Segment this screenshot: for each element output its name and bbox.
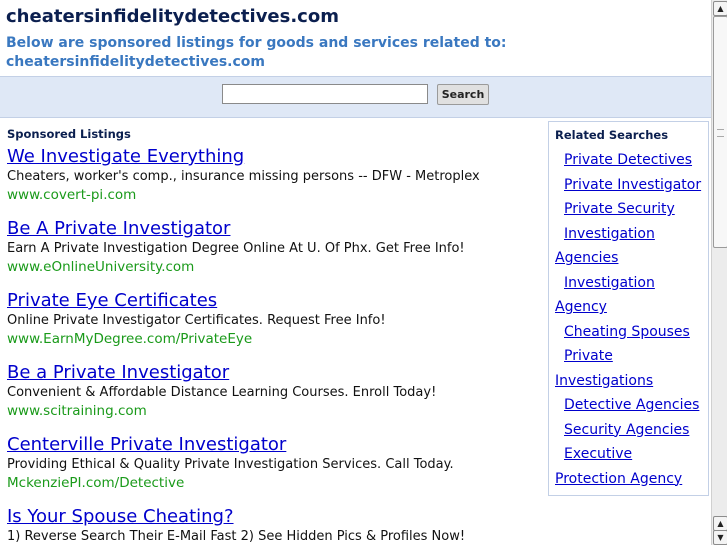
vertical-scrollbar[interactable]: ▲ ▲ ▼ [711, 0, 727, 545]
related-link[interactable]: Security Agencies [564, 422, 689, 438]
related-link[interactable]: Cheating Spouses [564, 324, 690, 340]
related-link[interactable]: Private Security [564, 201, 675, 217]
listing: Be a Private Investigator Convenient & A… [7, 362, 537, 420]
intro-line-1: Below are sponsored listings for goods a… [6, 35, 507, 51]
listing-title-link[interactable]: Be A Private Investigator [7, 218, 537, 240]
related-link-wrap[interactable]: Agencies [555, 250, 618, 266]
listing: Be A Private Investigator Earn A Private… [7, 218, 537, 276]
arrow-down-icon[interactable]: ▼ [713, 530, 727, 545]
listing-title-link[interactable]: Private Eye Certificates [7, 290, 537, 312]
search-button[interactable]: Search [437, 84, 489, 105]
listing-description: 1) Reverse Search Their E-Mail Fast 2) S… [7, 529, 466, 544]
listing-title-link[interactable]: We Investigate Everything [7, 146, 537, 168]
related-link[interactable]: Private [564, 348, 613, 364]
grip-icon [717, 129, 724, 137]
listing-url[interactable]: www.scitraining.com [7, 402, 537, 420]
search-bar: Search [0, 76, 711, 118]
arrow-up-icon[interactable]: ▲ [713, 1, 727, 16]
related-link[interactable]: Private Detectives [564, 152, 692, 168]
sponsored-heading: Sponsored Listings [7, 127, 131, 141]
listing-url[interactable]: www.EarnMyDegree.com/PrivateEye [7, 330, 537, 348]
listing-url[interactable]: MckenziePI.com/Detective [7, 474, 537, 492]
related-searches-panel: Related Searches Private Detectives Priv… [548, 121, 709, 496]
related-link-wrap[interactable]: Investigations [555, 373, 653, 389]
listing-description: Convenient & Affordable Distance Learnin… [7, 385, 437, 400]
related-list: Private Detectives Private Investigator … [555, 148, 705, 491]
sponsored-listings: Sponsored Listings We Investigate Everyt… [7, 127, 537, 545]
page: cheatersinfidelitydetectives.com Below a… [0, 0, 711, 545]
listing: We Investigate Everything Cheaters, work… [7, 146, 537, 204]
listing-description: Online Private Investigator Certificates… [7, 313, 386, 328]
search-input[interactable] [222, 84, 428, 104]
related-heading: Related Searches [555, 128, 669, 142]
listing-description: Cheaters, worker's comp., insurance miss… [7, 169, 480, 184]
domain-title: cheatersinfidelitydetectives.com [6, 6, 339, 27]
listing-title-link[interactable]: Is Your Spouse Cheating? [7, 506, 537, 528]
arrow-up-icon[interactable]: ▲ [713, 516, 727, 531]
related-link[interactable]: Executive [564, 446, 632, 462]
listing: Centerville Private Investigator Providi… [7, 434, 537, 492]
intro-text: Below are sponsored listings for goods a… [6, 34, 646, 72]
scroll-thumb[interactable] [713, 16, 727, 248]
listing-title-link[interactable]: Be a Private Investigator [7, 362, 537, 384]
listing-url[interactable]: www.covert-pi.com [7, 186, 537, 204]
listing-title-link[interactable]: Centerville Private Investigator [7, 434, 537, 456]
listing: Private Eye Certificates Online Private … [7, 290, 537, 348]
listing-description: Providing Ethical & Quality Private Inve… [7, 457, 454, 472]
listing: Is Your Spouse Cheating? 1) Reverse Sear… [7, 506, 537, 545]
related-link[interactable]: Investigation [564, 226, 655, 242]
related-link[interactable]: Investigation [564, 275, 655, 291]
listing-description: Earn A Private Investigation Degree Onli… [7, 241, 465, 256]
related-link[interactable]: Private Investigator [564, 177, 701, 193]
related-link[interactable]: Detective Agencies [564, 397, 699, 413]
listing-url[interactable]: www.eOnlineUniversity.com [7, 258, 537, 276]
related-link-wrap[interactable]: Agency [555, 299, 607, 315]
related-link-wrap[interactable]: Protection Agency [555, 471, 682, 487]
intro-line-2: cheatersinfidelitydetectives.com [6, 54, 265, 70]
